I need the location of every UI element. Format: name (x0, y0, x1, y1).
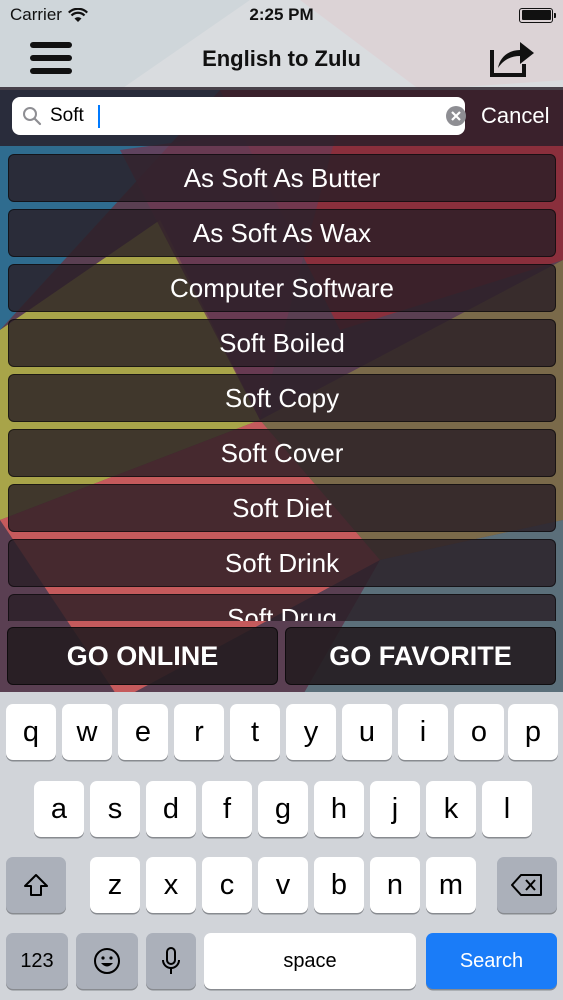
numbers-key[interactable]: 123 (6, 933, 68, 989)
search-input[interactable] (50, 101, 430, 131)
key-x[interactable]: x (146, 857, 196, 913)
share-icon[interactable] (488, 38, 536, 78)
wifi-icon (67, 7, 88, 22)
emoji-key[interactable] (76, 933, 138, 989)
key-k[interactable]: k (426, 781, 476, 837)
list-item[interactable]: As Soft As Wax (8, 209, 556, 257)
go-favorite-button[interactable]: GO FAVORITE (285, 627, 556, 685)
key-l[interactable]: l (482, 781, 532, 837)
search-field[interactable] (12, 97, 466, 135)
search-icon (23, 107, 42, 126)
backspace-icon (511, 874, 542, 896)
clear-icon[interactable] (446, 106, 466, 126)
battery-icon (519, 7, 556, 23)
key-n[interactable]: n (370, 857, 420, 913)
bottom-buttons: GO ONLINE GO FAVORITE (0, 621, 563, 692)
key-f[interactable]: f (202, 781, 252, 837)
shift-icon (24, 874, 48, 896)
list-item[interactable]: Soft Copy (8, 374, 556, 422)
status-bar: Carrier 2:25 PM (0, 0, 563, 30)
key-w[interactable]: w (62, 704, 112, 760)
list-item[interactable]: Soft Boiled (8, 319, 556, 367)
key-c[interactable]: c (202, 857, 252, 913)
key-a[interactable]: a (34, 781, 84, 837)
list-item[interactable]: Soft Drug (8, 594, 556, 621)
list-item[interactable]: Soft Diet (8, 484, 556, 532)
key-i[interactable]: i (398, 704, 448, 760)
search-bar: Cancel (0, 87, 563, 146)
key-g[interactable]: g (258, 781, 308, 837)
go-online-button[interactable]: GO ONLINE (7, 627, 278, 685)
list-item[interactable]: Computer Software (8, 264, 556, 312)
key-z[interactable]: z (90, 857, 140, 913)
key-u[interactable]: u (342, 704, 392, 760)
key-e[interactable]: e (118, 704, 168, 760)
hamburger-icon[interactable] (28, 40, 74, 76)
space-key[interactable]: space (204, 933, 416, 989)
key-h[interactable]: h (314, 781, 364, 837)
key-r[interactable]: r (174, 704, 224, 760)
text-caret (98, 105, 100, 128)
microphone-icon (162, 947, 180, 974)
cancel-button[interactable]: Cancel (481, 103, 549, 129)
shift-key[interactable] (6, 857, 66, 913)
key-y[interactable]: y (286, 704, 336, 760)
key-o[interactable]: o (454, 704, 504, 760)
key-b[interactable]: b (314, 857, 364, 913)
nav-bar: English to Zulu (0, 30, 563, 87)
key-v[interactable]: v (258, 857, 308, 913)
key-t[interactable]: t (230, 704, 280, 760)
key-q[interactable]: q (6, 704, 56, 760)
key-j[interactable]: j (370, 781, 420, 837)
key-m[interactable]: m (426, 857, 476, 913)
search-key[interactable]: Search (426, 933, 557, 989)
key-p[interactable]: p (508, 704, 558, 760)
carrier-label: Carrier (10, 5, 62, 24)
list-item[interactable]: As Soft As Butter (8, 154, 556, 202)
key-d[interactable]: d (146, 781, 196, 837)
list-item[interactable]: Soft Drink (8, 539, 556, 587)
page-title: English to Zulu (202, 45, 361, 71)
list-item[interactable]: Soft Cover (8, 429, 556, 477)
backspace-key[interactable] (497, 857, 557, 913)
emoji-icon (94, 948, 120, 974)
key-s[interactable]: s (90, 781, 140, 837)
dictation-key[interactable] (146, 933, 196, 989)
results-list: As Soft As Butter As Soft As Wax Compute… (0, 146, 563, 621)
status-left: Carrier (10, 5, 88, 25)
keyboard: q w e r t y u i o p a s d f g h j k l z … (0, 692, 563, 1000)
